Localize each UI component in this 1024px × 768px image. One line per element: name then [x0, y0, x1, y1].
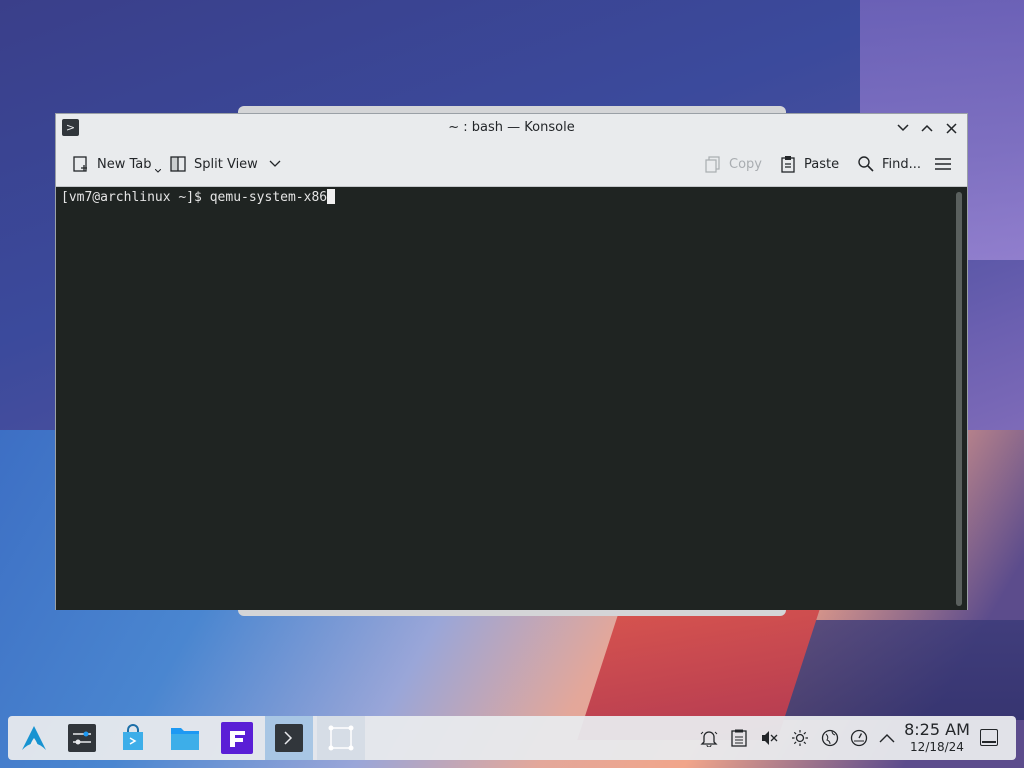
text-cursor — [327, 189, 336, 204]
app-launcher-button[interactable] — [10, 716, 58, 760]
taskbar: 8:25 AM 12/18/24 — [8, 716, 1016, 760]
notifications-icon — [700, 731, 718, 747]
toolbar: New Tab Split View Copy Paste Find... — [56, 142, 967, 187]
foliate-launcher[interactable] — [213, 716, 261, 760]
settings-icon — [68, 724, 96, 752]
f-app-icon — [221, 722, 253, 754]
show-desktop-icon[interactable] — [980, 729, 998, 746]
new-tab-icon — [72, 155, 90, 173]
network-button[interactable] — [817, 716, 843, 760]
new-tab-button[interactable]: New Tab — [72, 150, 161, 178]
copy-icon — [704, 155, 722, 173]
brightness-icon — [792, 730, 808, 746]
clipboard-icon — [731, 729, 747, 747]
system-settings-launcher[interactable] — [58, 716, 106, 760]
split-view-button[interactable]: Split View — [169, 150, 281, 178]
digital-clock[interactable]: 8:25 AM 12/18/24 — [902, 720, 972, 756]
folder-icon — [171, 728, 199, 750]
notifications-button[interactable] — [696, 716, 722, 760]
new-tab-label: New Tab — [97, 156, 152, 172]
paste-label: Paste — [804, 156, 840, 172]
chevron-down-icon[interactable] — [269, 160, 281, 168]
volume-button[interactable] — [756, 716, 782, 760]
power-button[interactable] — [846, 716, 872, 760]
network-icon — [821, 729, 839, 747]
discover-launcher[interactable] — [109, 716, 157, 760]
find-button[interactable]: Find... — [857, 150, 921, 178]
brightness-button[interactable] — [787, 716, 813, 760]
expand-tray-icon — [879, 734, 895, 743]
menu-button[interactable] — [934, 150, 952, 178]
store-icon — [123, 724, 143, 750]
paste-icon — [779, 155, 797, 173]
close-button[interactable] — [941, 118, 961, 138]
window-title: ~ : bash — Konsole — [448, 120, 575, 135]
dolphin-launcher[interactable] — [161, 716, 209, 760]
clock-time: 8:25 AM — [904, 720, 970, 739]
split-view-icon — [169, 155, 187, 173]
volume-muted-icon — [762, 731, 778, 745]
paste-button[interactable]: Paste — [779, 150, 839, 178]
dropdown-arrow-icon[interactable] — [154, 169, 161, 173]
scrollbar[interactable] — [956, 192, 962, 606]
power-icon — [850, 729, 868, 747]
clipboard-button[interactable] — [726, 716, 752, 760]
command-input[interactable]: qemu-system-x86 — [210, 190, 327, 205]
copy-label: Copy — [729, 156, 762, 172]
maximize-button[interactable] — [917, 118, 937, 138]
expand-tray-button[interactable] — [874, 716, 900, 760]
find-label: Find... — [882, 156, 922, 172]
konsole-window[interactable]: > ~ : bash — Konsole New Tab Split View … — [55, 113, 968, 610]
chevron-up-icon — [921, 124, 933, 132]
hamburger-menu-icon — [934, 155, 952, 173]
scrollbar-thumb[interactable] — [956, 192, 962, 606]
search-icon — [857, 155, 875, 173]
terminal-output[interactable]: [vm7@archlinux ~]$ qemu-system-x86 — [56, 187, 967, 610]
minimize-button[interactable] — [893, 118, 913, 138]
clock-date: 12/18/24 — [910, 740, 964, 754]
arch-logo-icon — [22, 726, 46, 750]
close-icon — [945, 122, 957, 134]
spectacle-launcher[interactable] — [317, 716, 365, 760]
copy-button[interactable]: Copy — [704, 150, 762, 178]
screenshot-icon — [328, 725, 354, 751]
konsole-task[interactable] — [265, 716, 313, 760]
title-bar[interactable]: > ~ : bash — Konsole — [56, 114, 967, 142]
split-view-label: Split View — [194, 156, 258, 172]
terminal-icon — [275, 724, 303, 752]
chevron-down-icon — [897, 124, 909, 132]
shell-prompt: [vm7@archlinux ~]$ — [61, 190, 210, 205]
